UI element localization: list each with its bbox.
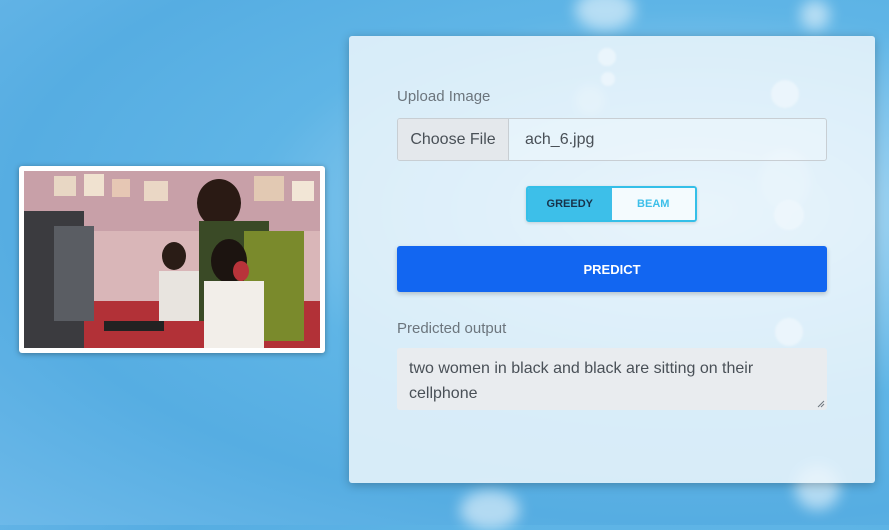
preview-photo [24, 171, 320, 348]
predicted-output-textarea[interactable]: two women in black and black are sitting… [397, 348, 827, 410]
resize-handle-icon[interactable] [817, 400, 825, 408]
predicted-output-text: two women in black and black are sitting… [409, 360, 754, 402]
choose-file-button[interactable]: Choose File [398, 119, 509, 160]
greedy-option[interactable]: GREEDY [528, 188, 612, 220]
selected-file-name: ach_6.jpg [525, 130, 595, 148]
upload-image-label: Upload Image [397, 88, 491, 105]
image-preview [19, 166, 325, 353]
beam-option[interactable]: BEAM [611, 188, 695, 220]
file-input[interactable]: Choose File ach_6.jpg [397, 118, 827, 161]
predict-button[interactable]: PREDICT [397, 246, 827, 292]
predicted-output-label: Predicted output [397, 320, 507, 337]
decoding-toggle: GREEDY BEAM [526, 186, 697, 222]
prediction-form-card: Upload Image Choose File ach_6.jpg GREED… [349, 36, 875, 483]
